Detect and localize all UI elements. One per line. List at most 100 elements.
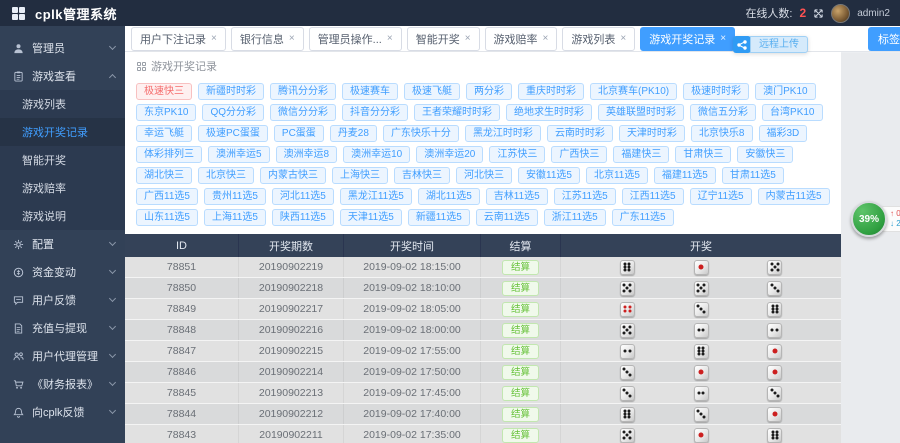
sidebar-item-reports[interactable]: 《财务报表》	[0, 370, 125, 398]
category-button[interactable]: 澳洲幸运8	[276, 146, 338, 163]
category-button[interactable]: 微信五分彩	[690, 104, 756, 121]
category-button[interactable]: 澳洲幸运20	[416, 146, 483, 163]
category-button[interactable]: 台湾PK10	[762, 104, 822, 121]
settle-button[interactable]: 结算	[502, 428, 539, 443]
category-button[interactable]: 丹麦28	[330, 125, 377, 142]
settle-button[interactable]: 结算	[502, 365, 539, 380]
category-button[interactable]: 山东11选5	[136, 209, 198, 226]
category-button[interactable]: 吉林11选5	[486, 188, 548, 205]
sidebar-item-agents[interactable]: 用户代理管理	[0, 342, 125, 370]
category-button[interactable]: 安徽快三	[737, 146, 793, 163]
category-button[interactable]: 内蒙古11选5	[758, 188, 830, 205]
category-button[interactable]: 陕西11选5	[272, 209, 334, 226]
category-button[interactable]: 吉林快三	[394, 167, 450, 184]
tab-game-list[interactable]: 游戏列表×	[562, 27, 635, 51]
category-button[interactable]: 内蒙古快三	[260, 167, 326, 184]
category-button[interactable]: 福彩3D	[759, 125, 808, 142]
settle-button[interactable]: 结算	[502, 260, 539, 275]
fullscreen-icon[interactable]	[813, 8, 824, 19]
category-button[interactable]: 辽宁11选5	[690, 188, 752, 205]
category-button[interactable]: 云南11选5	[476, 209, 538, 226]
category-button[interactable]: 河北11选5	[272, 188, 334, 205]
tab-close-icon[interactable]: ×	[387, 34, 393, 44]
category-button[interactable]: 新疆11选5	[408, 209, 470, 226]
category-button[interactable]: 新疆时时彩	[198, 83, 264, 100]
category-button[interactable]: 浙江11选5	[544, 209, 606, 226]
category-button[interactable]: 抖音分分彩	[342, 104, 408, 121]
sidebar-item-game-list[interactable]: 游戏列表	[0, 90, 125, 118]
category-button[interactable]: 极速赛车	[342, 83, 398, 100]
category-button[interactable]: 上海11选5	[204, 209, 266, 226]
category-button[interactable]: 湖北快三	[136, 167, 192, 184]
sidebar-item-funds[interactable]: 资金变动	[0, 258, 125, 286]
category-button[interactable]: 极速飞艇	[404, 83, 460, 100]
tab-close-icon[interactable]: ×	[543, 34, 549, 44]
sidebar-item-game-records[interactable]: 游戏开奖记录	[0, 118, 125, 146]
category-button[interactable]: 天津时时彩	[619, 125, 685, 142]
sidebar-item-smart-draw[interactable]: 智能开奖	[0, 146, 125, 174]
category-button[interactable]: 极速PC蛋蛋	[198, 125, 268, 142]
sidebar-item-feedback[interactable]: 用户反馈	[0, 286, 125, 314]
category-button[interactable]: 澳洲幸运10	[343, 146, 410, 163]
tab-bank-info[interactable]: 银行信息×	[231, 27, 304, 51]
user-avatar[interactable]	[831, 4, 850, 23]
category-button[interactable]: 重庆时时彩	[518, 83, 584, 100]
tab-game-records[interactable]: 游戏开奖记录×	[640, 27, 735, 51]
username-label[interactable]: admin2	[857, 8, 890, 19]
category-button[interactable]: 甘肃快三	[675, 146, 731, 163]
category-button[interactable]: 江苏11选5	[554, 188, 616, 205]
category-button[interactable]: 安徽11选5	[518, 167, 580, 184]
settle-button[interactable]: 结算	[502, 323, 539, 338]
sidebar-item-cplk-feedback[interactable]: 向cplk反馈	[0, 398, 125, 426]
settle-button[interactable]: 结算	[502, 281, 539, 296]
category-button[interactable]: 河北快三	[456, 167, 512, 184]
category-button[interactable]: 甘肃11选5	[722, 167, 784, 184]
sidebar-item-config[interactable]: 配置	[0, 230, 125, 258]
category-button[interactable]: 福建11选5	[654, 167, 716, 184]
category-button[interactable]: 北京11选5	[586, 167, 648, 184]
sidebar-item-game-desc[interactable]: 游戏说明	[0, 202, 125, 230]
category-button[interactable]: 湖北11选5	[418, 188, 480, 205]
category-button[interactable]: 幸运飞艇	[136, 125, 192, 142]
sidebar-item-admin[interactable]: 管理员	[0, 34, 125, 62]
settle-button[interactable]: 结算	[502, 386, 539, 401]
tab-user-bets[interactable]: 用户下注记录×	[131, 27, 226, 51]
category-button[interactable]: 英雄联盟时时彩	[598, 104, 684, 121]
category-button[interactable]: 广西快三	[551, 146, 607, 163]
category-button[interactable]: 绝地求生时时彩	[506, 104, 592, 121]
tab-close-icon[interactable]: ×	[211, 34, 217, 44]
category-button[interactable]: 贵州11选5	[204, 188, 266, 205]
category-button[interactable]: 两分彩	[466, 83, 512, 100]
sidebar-item-recharge[interactable]: 充值与提现	[0, 314, 125, 342]
category-button[interactable]: 极速时时彩	[683, 83, 749, 100]
category-button[interactable]: 极速快三	[136, 83, 192, 100]
category-button[interactable]: 微信分分彩	[270, 104, 336, 121]
category-button[interactable]: 王者荣耀时时彩	[414, 104, 500, 121]
category-button[interactable]: PC蛋蛋	[274, 125, 324, 142]
performance-gauge-widget[interactable]: 39% ↑ 0.3 ↓ 2.8	[851, 201, 900, 237]
category-button[interactable]: 体彩排列三	[136, 146, 202, 163]
category-button[interactable]: 澳门PK10	[755, 83, 815, 100]
tag-options-button[interactable]: 标签	[868, 27, 900, 51]
category-button[interactable]: 黑龙江11选5	[340, 188, 412, 205]
category-button[interactable]: 腾讯分分彩	[270, 83, 336, 100]
category-button[interactable]: 福建快三	[613, 146, 669, 163]
tab-close-icon[interactable]: ×	[289, 34, 295, 44]
category-button[interactable]: 北京快三	[198, 167, 254, 184]
sidebar-item-game-odds[interactable]: 游戏赔率	[0, 174, 125, 202]
tab-game-odds[interactable]: 游戏赔率×	[485, 27, 558, 51]
category-button[interactable]: 北京赛车(PK10)	[590, 83, 677, 100]
settle-button[interactable]: 结算	[502, 302, 539, 317]
category-button[interactable]: 上海快三	[332, 167, 388, 184]
category-button[interactable]: 云南时时彩	[547, 125, 613, 142]
settle-button[interactable]: 结算	[502, 344, 539, 359]
tab-close-icon[interactable]: ×	[720, 34, 726, 44]
sidebar-item-game-view[interactable]: 游戏查看	[0, 62, 125, 90]
category-button[interactable]: 东京PK10	[136, 104, 196, 121]
settle-button[interactable]: 结算	[502, 407, 539, 422]
remote-upload-button[interactable]: 远程上传	[733, 36, 808, 53]
tab-admin-ops[interactable]: 管理员操作...×	[309, 27, 402, 51]
category-button[interactable]: 北京快乐8	[691, 125, 753, 142]
tab-smart-draw[interactable]: 智能开奖×	[407, 27, 480, 51]
category-button[interactable]: 广东11选5	[612, 209, 674, 226]
